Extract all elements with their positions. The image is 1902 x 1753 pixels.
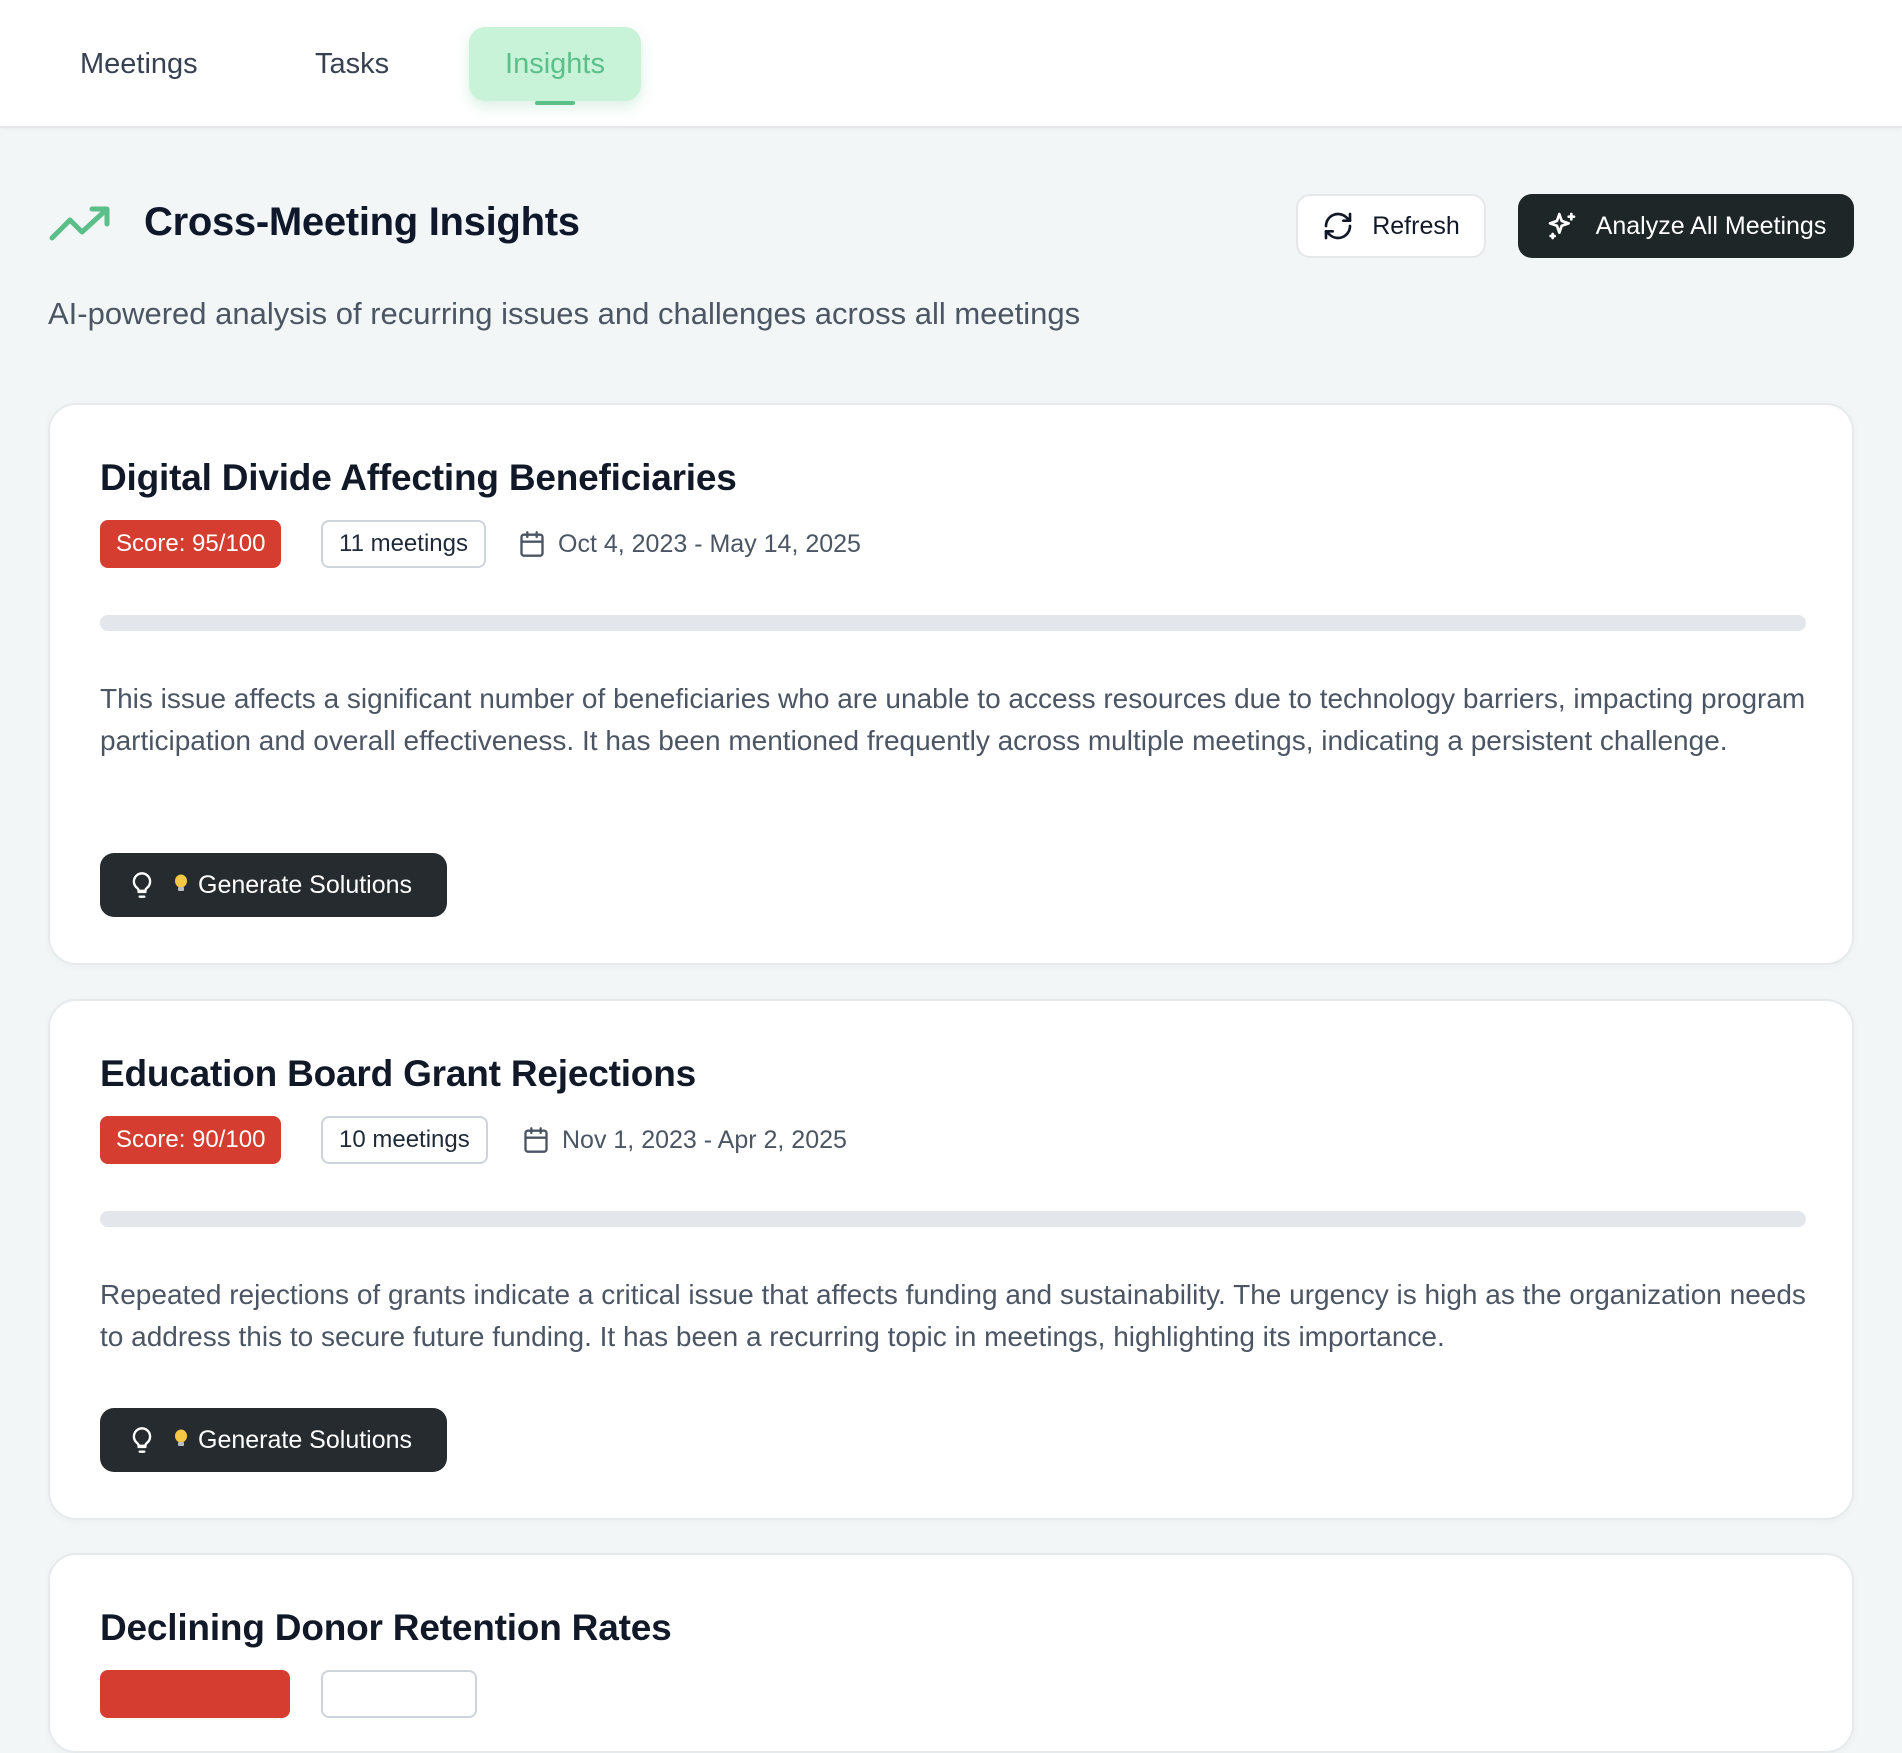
refresh-button[interactable]: Refresh (1296, 194, 1486, 258)
tab-meetings[interactable]: Meetings (48, 27, 230, 101)
insight-description: Repeated rejections of grants indicate a… (100, 1279, 1806, 1352)
date-range: Nov 1, 2023 - Apr 2, 2025 (522, 1116, 847, 1164)
score-progress-fill (100, 1211, 1636, 1227)
tab-tasks[interactable]: Tasks (283, 27, 421, 101)
tab-insights[interactable]: Insights (469, 27, 641, 101)
generate-solutions-button[interactable]: Generate Solutions (100, 853, 447, 917)
sparkles-icon (1548, 212, 1575, 240)
analyze-all-button[interactable]: Analyze All Meetings (1518, 194, 1854, 258)
calendar-icon (524, 1127, 548, 1153)
date-range: Oct 4, 2023 - May 14, 2025 (518, 520, 861, 568)
page-subtitle: AI-powered analysis of recurring issues … (48, 296, 1081, 331)
lightbulb-icon (132, 872, 152, 898)
lightbulb-emoji-icon (175, 1429, 187, 1446)
insight-description: This issue affects a significant number … (100, 683, 1806, 756)
date-range-text: Oct 4, 2023 - May 14, 2025 (558, 529, 861, 558)
generate-solutions-label: Generate Solutions (174, 1426, 412, 1455)
score-badge: Score: 90/100 (100, 1116, 282, 1164)
meetings-count-badge (321, 1670, 477, 1718)
generate-solutions-button[interactable]: Generate Solutions (100, 1408, 447, 1472)
active-tab-indicator (535, 101, 575, 105)
meetings-count-badge: 11 meetings (321, 520, 486, 568)
analyze-label: Analyze All Meetings (1595, 211, 1827, 240)
score-progress-fill (100, 615, 1721, 631)
calendar-icon (520, 531, 544, 557)
score-badge (100, 1670, 290, 1718)
page-title: Cross-Meeting Insights (144, 200, 580, 244)
refresh-label: Refresh (1372, 211, 1460, 240)
top-nav: Meetings Tasks Insights (0, 0, 1902, 128)
score-progress-bar (100, 1211, 1806, 1227)
meetings-count-badge: 10 meetings (321, 1116, 488, 1164)
generate-solutions-label: Generate Solutions (174, 871, 412, 900)
lightbulb-icon (132, 1427, 152, 1453)
insight-title: Education Board Grant Rejections (100, 1053, 696, 1094)
date-range-text: Nov 1, 2023 - Apr 2, 2025 (562, 1125, 847, 1154)
insight-card: Digital Divide Affecting Beneficiaries S… (48, 403, 1854, 965)
insight-card: Declining Donor Retention Rates (48, 1553, 1854, 1753)
insight-card: Education Board Grant Rejections Score: … (48, 999, 1854, 1520)
refresh-icon (1324, 212, 1352, 240)
insight-title: Declining Donor Retention Rates (100, 1607, 672, 1648)
trending-up-icon (49, 206, 110, 241)
lightbulb-emoji-icon (175, 874, 187, 891)
score-progress-bar (100, 615, 1806, 631)
insight-title: Digital Divide Affecting Beneficiaries (100, 457, 737, 498)
score-badge: Score: 95/100 (100, 520, 282, 568)
